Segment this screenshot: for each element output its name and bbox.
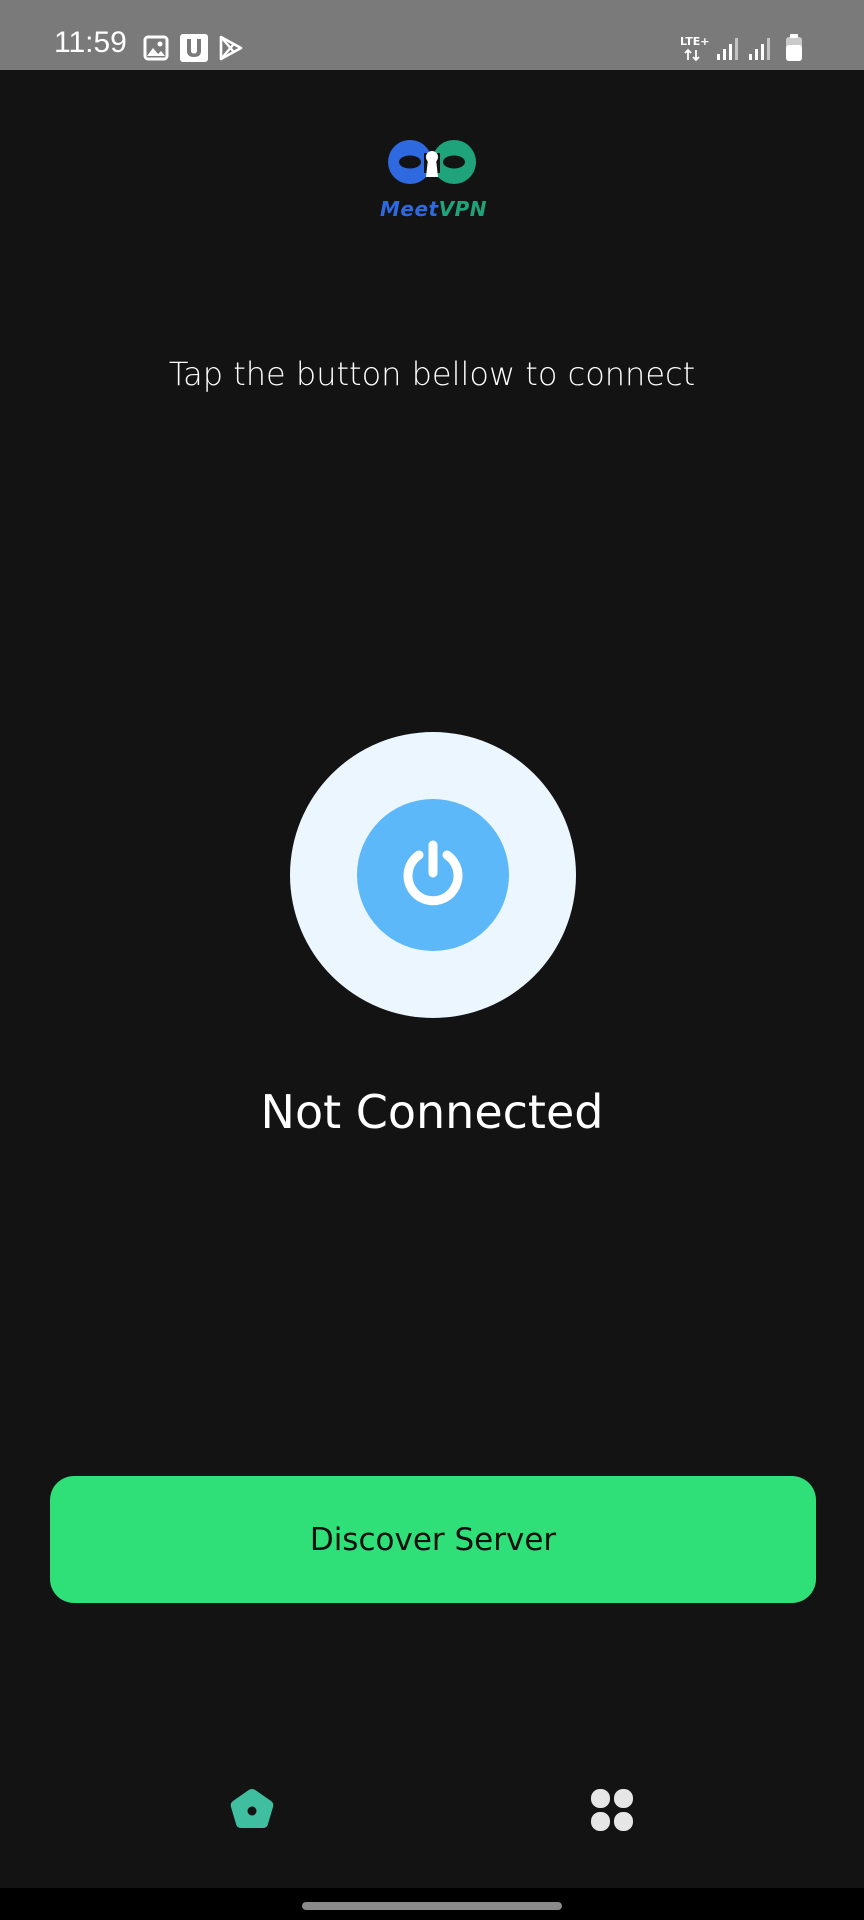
discover-server-button[interactable]: Discover Server <box>50 1476 816 1603</box>
connect-instruction: Tap the button bellow to connect <box>168 355 696 393</box>
status-time: 11:59 <box>54 26 127 59</box>
app-screen: 11:59 LTE+ MeetVPN Tap the button bellow… <box>0 0 864 1920</box>
lte-icon: LTE+ <box>678 33 712 67</box>
status-bar: 11:59 LTE+ <box>0 0 864 70</box>
connection-status: Not Connected <box>260 1085 604 1139</box>
logo-text: MeetVPN <box>380 197 487 221</box>
u-app-icon <box>179 33 209 67</box>
logo-infinity-icon <box>388 140 476 184</box>
nav-apps-button[interactable] <box>590 1788 634 1832</box>
apps-grid-icon <box>591 1789 633 1831</box>
image-icon <box>143 35 169 65</box>
gesture-bar <box>0 1888 864 1920</box>
lte-label: LTE+ <box>680 35 709 48</box>
gesture-handle[interactable] <box>302 1902 562 1910</box>
nav-home-button[interactable] <box>228 1786 276 1832</box>
play-store-icon <box>217 34 245 66</box>
logo-text-meet: Meet <box>380 197 439 221</box>
power-button[interactable] <box>290 732 576 1018</box>
home-icon <box>230 1789 274 1828</box>
battery-icon <box>784 33 804 67</box>
power-icon <box>403 840 463 906</box>
signal-icon <box>716 36 740 66</box>
power-button-core[interactable] <box>357 799 509 951</box>
logo-text-vpn: VPN <box>438 197 487 221</box>
signal-icon-2 <box>748 36 772 66</box>
app-logo: MeetVPN <box>380 135 487 225</box>
